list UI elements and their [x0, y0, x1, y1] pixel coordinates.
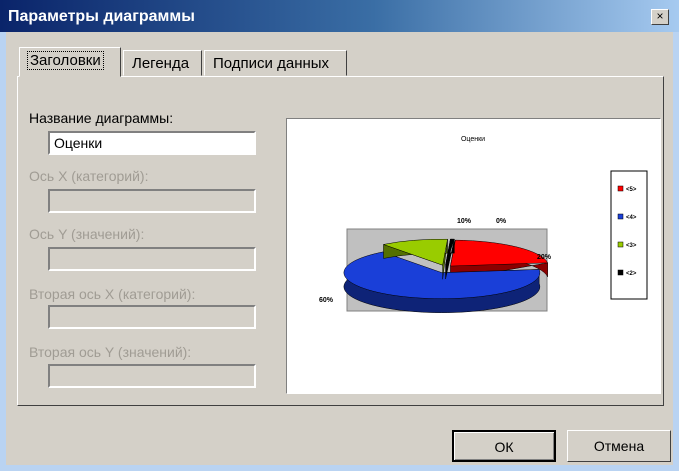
chart-preview: Оценки 20% 60% 10% 0% <5> <4> <3> <2>: [286, 118, 661, 394]
legend-swatch: [617, 269, 624, 276]
chart-title: Оценки: [461, 136, 485, 143]
secondary-x-axis-field[interactable]: [48, 305, 256, 329]
legend-label: <5>: [626, 187, 637, 193]
tab-data-labels[interactable]: Подписи данных: [204, 50, 347, 76]
cancel-button[interactable]: Отмена: [567, 430, 671, 462]
tab-titles-label: Заголовки: [27, 51, 104, 70]
dialog-title: Параметры диаграммы: [8, 8, 195, 25]
y-axis-label: Ось Y (значений):: [29, 226, 145, 242]
secondary-y-axis-label: Вторая ось Y (значений):: [29, 344, 192, 360]
legend-swatch: [617, 213, 624, 220]
legend-label: <4>: [626, 215, 637, 221]
legend-swatch: [617, 185, 624, 192]
secondary-y-axis-field[interactable]: [48, 364, 256, 388]
legend-swatch: [617, 241, 624, 248]
secondary-x-axis-label: Вторая ось X (категорий):: [29, 286, 196, 302]
tab-legend-label: Легенда: [132, 55, 190, 72]
title-bar[interactable]: Параметры диаграммы ×: [0, 0, 679, 32]
tab-titles[interactable]: Заголовки: [19, 47, 121, 77]
data-label: 10%: [457, 218, 472, 225]
tab-legend[interactable]: Легенда: [123, 50, 202, 76]
dialog-frame: Параметры диаграммы × Заголовки Легенда …: [0, 0, 679, 471]
data-label: 20%: [537, 254, 552, 261]
x-axis-label: Ось X (категорий):: [29, 168, 149, 184]
pie-chart: Оценки 20% 60% 10% 0% <5> <4> <3> <2>: [319, 136, 648, 313]
dialog-body: Заголовки Легенда Подписи данных Названи…: [6, 32, 673, 465]
data-label: 60%: [319, 297, 334, 304]
legend-label: <3>: [626, 243, 637, 249]
x-axis-field[interactable]: [48, 189, 256, 213]
legend-label: <2>: [626, 271, 637, 277]
close-icon: ×: [656, 9, 664, 23]
ok-button[interactable]: ОК: [452, 430, 556, 462]
chart-title-field[interactable]: Оценки: [48, 131, 256, 155]
tab-data-labels-label: Подписи данных: [213, 55, 330, 72]
chart-title-label: Название диаграммы:: [29, 110, 174, 126]
data-label: 0%: [496, 218, 507, 225]
y-axis-field[interactable]: [48, 247, 256, 271]
close-button[interactable]: ×: [651, 9, 669, 25]
